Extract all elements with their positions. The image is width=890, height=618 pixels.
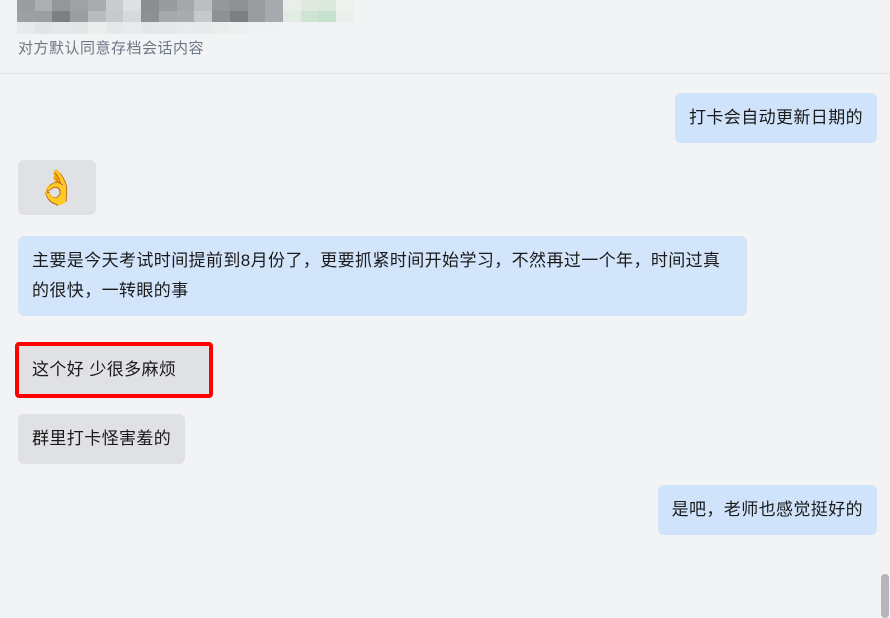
mosaic-cell [300, 22, 319, 34]
mosaic-cell [194, 0, 213, 11]
mosaic-cell [176, 11, 195, 22]
archive-notice-text: 对方默认同意存档会话内容 [18, 40, 205, 57]
message-bubble-incoming-highlighted[interactable]: 这个好 少很多麻烦 [18, 345, 210, 395]
chat-header: 对方默认同意存档会话内容 [0, 0, 890, 74]
mosaic-cell [212, 11, 230, 22]
mosaic-cell [229, 11, 248, 22]
mosaic-cell [70, 11, 88, 22]
mosaic-cell [17, 22, 35, 34]
mosaic-cell [194, 11, 213, 22]
mosaic-cell [158, 0, 177, 11]
mosaic-cell [105, 0, 124, 11]
mosaic-cell [123, 22, 142, 34]
mosaic-cell [194, 22, 213, 34]
mosaic-cell [300, 11, 319, 22]
message-row-outgoing: 打卡会自动更新日期的 [675, 93, 877, 143]
mosaic-cell [265, 0, 284, 11]
message-row-incoming-highlighted: 这个好 少很多麻烦 [18, 345, 210, 395]
mosaic-cell [283, 11, 301, 22]
mosaic-cell [318, 11, 337, 22]
mosaic-cell [105, 22, 124, 34]
mosaic-cell [123, 11, 142, 22]
mosaic-cell [283, 22, 301, 34]
mosaic-cell [123, 0, 142, 11]
mosaic-cell [229, 0, 248, 11]
mosaic-cell [336, 22, 354, 34]
message-bubble-outgoing[interactable]: 打卡会自动更新日期的 [675, 93, 877, 143]
mosaic-cell [265, 11, 284, 22]
mosaic-cell [52, 11, 71, 22]
mosaic-cell [247, 22, 266, 34]
ok-hand-emoji: 👌 [35, 168, 79, 207]
message-stream[interactable]: 打卡会自动更新日期的 👌 主要是今天考试时间提前到8月份了，更要抓紧时间开始学习… [0, 74, 890, 618]
mosaic-cell [247, 0, 266, 11]
mosaic-cell [70, 0, 88, 11]
mosaic-cell [212, 0, 230, 11]
message-bubble-incoming-long[interactable]: 主要是今天考试时间提前到8月份了，更要抓紧时间开始学习，不然再过一个年，时间过真… [18, 236, 747, 316]
mosaic-cell [52, 22, 71, 34]
mosaic-cell [158, 11, 177, 22]
mosaic-cell [336, 0, 354, 11]
message-row-incoming: 主要是今天考试时间提前到8月份了，更要抓紧时间开始学习，不然再过一个年，时间过真… [18, 236, 747, 316]
message-bubble-sticker[interactable]: 👌 [18, 160, 96, 215]
mosaic-cell [158, 22, 177, 34]
scrollbar-track[interactable] [881, 148, 890, 618]
mosaic-cell [283, 0, 301, 11]
mosaic-cell [176, 0, 195, 11]
mosaic-cell [265, 22, 284, 34]
mosaic-cell [336, 11, 354, 22]
mosaic-cell [34, 22, 53, 34]
mosaic-row [17, 22, 354, 34]
mosaic-cell [17, 11, 35, 22]
scrollbar-thumb[interactable] [881, 574, 889, 618]
mosaic-cell [17, 0, 35, 11]
mosaic-cell [87, 22, 106, 34]
mosaic-cell [247, 11, 266, 22]
mosaic-cell [70, 22, 88, 34]
redacted-contact-name-mosaic [17, 0, 354, 34]
message-bubble-incoming[interactable]: 群里打卡怪害羞的 [18, 414, 186, 464]
mosaic-cell [34, 0, 53, 11]
mosaic-cell [34, 11, 53, 22]
mosaic-cell [318, 0, 337, 11]
mosaic-cell [229, 22, 248, 34]
mosaic-cell [87, 0, 106, 11]
mosaic-cell [318, 22, 337, 34]
mosaic-cell [176, 22, 195, 34]
mosaic-cell [52, 0, 71, 11]
mosaic-row [17, 11, 354, 22]
mosaic-cell [212, 22, 230, 34]
mosaic-cell [141, 11, 159, 22]
mosaic-row [17, 0, 354, 11]
mosaic-cell [300, 0, 319, 11]
message-row-outgoing: 是吧，老师也感觉挺好的 [657, 485, 877, 535]
message-row-incoming-sticker: 👌 [18, 160, 96, 215]
message-row-incoming: 群里打卡怪害羞的 [18, 414, 186, 464]
message-bubble-outgoing[interactable]: 是吧，老师也感觉挺好的 [657, 485, 877, 535]
mosaic-cell [105, 11, 124, 22]
mosaic-cell [141, 0, 159, 11]
mosaic-cell [87, 11, 106, 22]
mosaic-cell [141, 22, 159, 34]
